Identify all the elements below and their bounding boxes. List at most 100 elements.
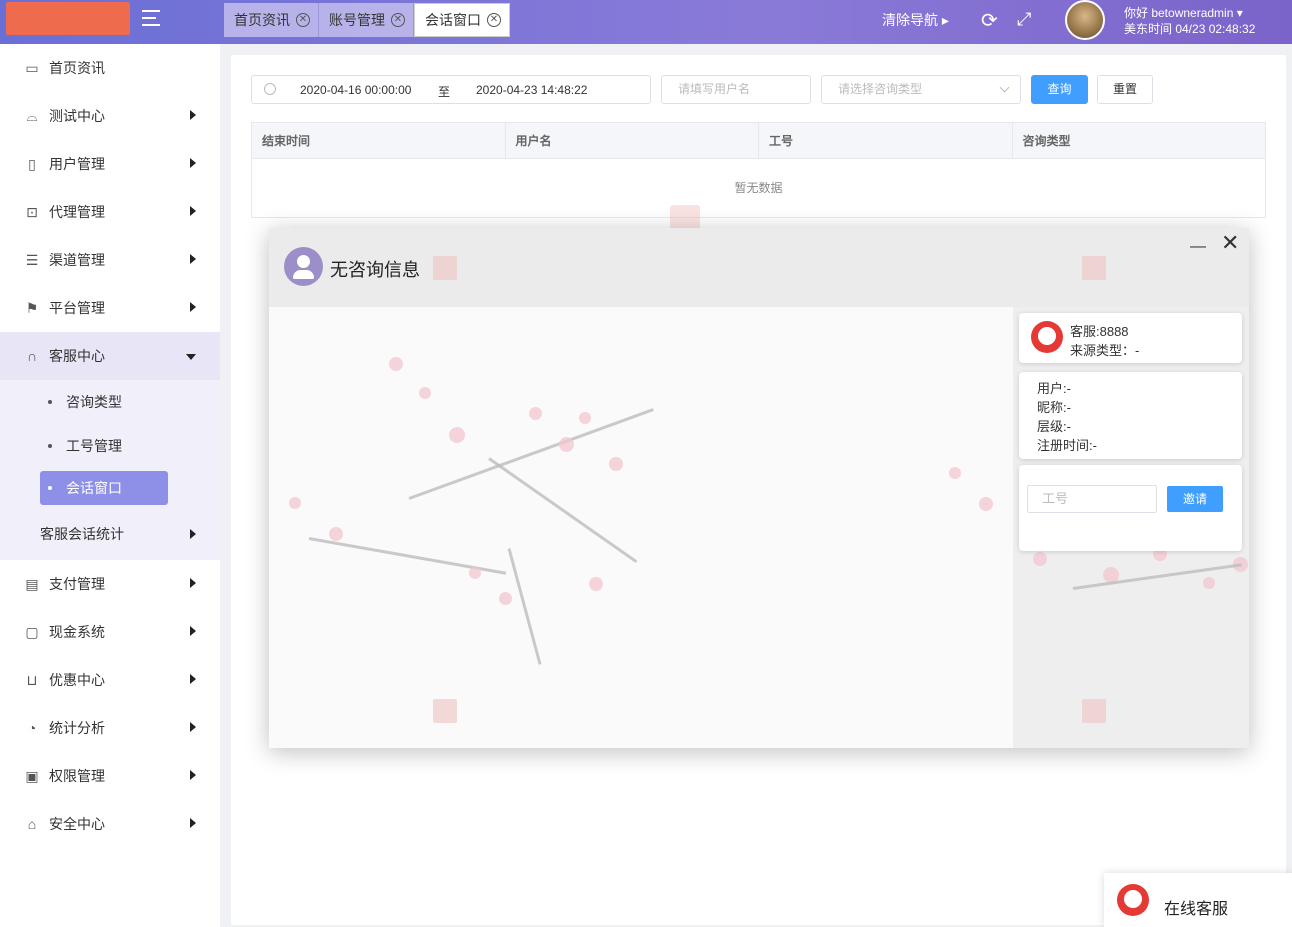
online-service-widget[interactable]: 在线客服 [1104, 873, 1292, 927]
sidebar-item-platform-management[interactable]: ⚑ 平台管理 [0, 284, 220, 332]
worknum-input[interactable]: 工号 [1027, 485, 1157, 513]
customer-service-icon [1031, 321, 1063, 353]
seal-stamp-icon [1082, 699, 1106, 723]
pie-icon: ◔ [27, 720, 37, 736]
close-tab-icon[interactable]: ✕ [391, 13, 405, 27]
blossom [609, 457, 623, 471]
tab-account-management[interactable]: 账号管理 ✕ [319, 3, 414, 37]
online-service-label: 在线客服 [1164, 901, 1229, 918]
sidebar-subitem-worknum-management[interactable]: 工号管理 [0, 424, 220, 468]
invite-button[interactable]: 邀请 [1167, 486, 1223, 512]
blossom [529, 407, 542, 420]
sidebar-item-user-management[interactable]: ▯ 用户管理 [0, 140, 220, 188]
chevron-right-icon [190, 626, 196, 636]
date-range-picker[interactable]: 2020-04-16 00:00:00 至 2020-04-23 14:48:2… [251, 75, 651, 104]
search-button[interactable]: 查询 [1031, 75, 1088, 104]
logo[interactable] [6, 2, 130, 35]
column-header[interactable]: 咨询类型 [1013, 123, 1266, 158]
reset-button[interactable]: 重置 [1097, 75, 1153, 104]
chevron-right-icon [190, 722, 196, 732]
greeting[interactable]: 你好 betowneradmin ▾ [1124, 5, 1255, 21]
user-info[interactable]: 你好 betowneradmin ▾ 美东时间 04/23 02:48:32 [1124, 5, 1255, 37]
menu-toggle-icon[interactable] [142, 10, 162, 28]
fullscreen-icon[interactable]: ⤢ [1017, 9, 1031, 30]
blossom [559, 437, 574, 452]
sidebar-item-cash-system[interactable]: ▢ 现金系统 [0, 608, 220, 656]
register-time-field: 注册时间:- [1037, 438, 1097, 453]
chevron-right-icon [190, 254, 196, 264]
bullet-icon [48, 400, 52, 404]
seal-stamp-icon [433, 256, 457, 280]
user-avatar-icon [284, 247, 323, 286]
dialog-title: 无咨询信息 [330, 260, 420, 280]
sidebar-item-payment-management[interactable]: ▤ 支付管理 [0, 560, 220, 608]
card-icon: ▤ [25, 576, 39, 592]
blossom [329, 527, 343, 541]
sidebar-item-home-news[interactable]: ▭ 首页资讯 [0, 44, 220, 92]
column-header[interactable]: 结束时间 [252, 123, 506, 158]
blossom [949, 467, 961, 479]
sidebar-item-promo-center[interactable]: ⊔ 优惠中心 [0, 656, 220, 704]
sidebar-item-agent-management[interactable]: ⊡ 代理管理 [0, 188, 220, 236]
blossom-branch [1072, 563, 1242, 590]
sidebar-item-stat-analysis[interactable]: ◔ 统计分析 [0, 704, 220, 752]
blossom-branch [488, 457, 638, 563]
empty-state: 暂无数据 [734, 181, 783, 195]
chevron-down-icon [186, 354, 196, 360]
sidebar-subitem-consult-type[interactable]: 咨询类型 [0, 380, 220, 424]
minimize-icon[interactable]: — [1190, 238, 1206, 256]
blossom [579, 412, 591, 424]
chevron-right-icon [190, 818, 196, 828]
sidebar-item-security-center[interactable]: ⌂ 安全中心 [0, 800, 220, 848]
tab-bar: 首页资讯 ✕ 账号管理 ✕ 会话窗口 ✕ [224, 3, 510, 37]
user-info-panel: 客服:8888 来源类型：- 用户:- 昵称:- 层级:- 注册时间:- 工号 … [1013, 307, 1249, 748]
blossom-branch [507, 548, 542, 665]
invite-card: 工号 邀请 [1019, 465, 1242, 551]
blossom [449, 427, 465, 443]
chat-dialog: 无咨询信息 — ✕ 客服:8888 来源类型：- 用户:- 昵称:- 层级:- … [269, 228, 1249, 748]
lock-icon: ⌂ [27, 816, 37, 832]
bullet-icon [48, 444, 52, 448]
close-tab-icon[interactable]: ✕ [487, 13, 501, 27]
start-date[interactable]: 2020-04-16 00:00:00 [300, 83, 411, 97]
chevron-right-icon [190, 206, 196, 216]
chevron-right-icon [190, 770, 196, 780]
source-type: 来源类型：- [1070, 343, 1140, 358]
sidebar-subitem-session-stats[interactable]: 客服会话统计 [0, 508, 220, 560]
sidebar: ▭ 首页资讯 ⌓ 测试中心 ▯ 用户管理 ⊡ 代理管理 ☰ 渠道管理 ⚑ 平台管… [0, 44, 220, 927]
blossom [589, 577, 603, 591]
agent-card: 客服:8888 来源类型：- [1019, 313, 1242, 363]
sidebar-item-permission-management[interactable]: ▣ 权限管理 [0, 752, 220, 800]
column-header[interactable]: 用户名 [506, 123, 759, 158]
column-header[interactable]: 工号 [759, 123, 1013, 158]
level-field: 层级:- [1037, 419, 1071, 434]
refresh-icon[interactable]: ⟳ [981, 8, 998, 33]
chevron-right-icon [190, 529, 196, 539]
headset-icon: ∩ [26, 348, 38, 364]
end-date[interactable]: 2020-04-23 14:48:22 [476, 83, 587, 97]
user-detail-card: 用户:- 昵称:- 层级:- 注册时间:- [1019, 372, 1242, 459]
bullet-icon [48, 486, 52, 490]
customer-service-icon [1117, 884, 1149, 916]
close-icon[interactable]: ✕ [1221, 230, 1239, 256]
blossom [389, 357, 403, 371]
username-input[interactable]: 请填写用户名 [661, 75, 811, 104]
folder-icon: ▢ [25, 624, 39, 640]
tab-home-news[interactable]: 首页资讯 ✕ [224, 3, 319, 37]
sidebar-item-test-center[interactable]: ⌓ 测试中心 [0, 92, 220, 140]
blossom [419, 387, 431, 399]
user-icon: ▯ [28, 156, 36, 172]
dialog-header: 无咨询信息 — ✕ [269, 228, 1249, 307]
sidebar-item-customer-service[interactable]: ∩ 客服中心 [0, 332, 220, 380]
chevron-right-icon [190, 578, 196, 588]
briefcase-icon: ⊡ [26, 204, 38, 220]
sidebar-item-channel-management[interactable]: ☰ 渠道管理 [0, 236, 220, 284]
close-tab-icon[interactable]: ✕ [296, 13, 310, 27]
table-header: 结束时间 用户名 工号 咨询类型 [252, 123, 1265, 159]
consult-type-select[interactable]: 请选择咨询类型 [821, 75, 1021, 104]
user-avatar[interactable] [1065, 0, 1105, 40]
agent-id: 客服:8888 [1070, 324, 1129, 339]
clear-navigation-button[interactable]: 清除导航 ▸ [882, 10, 949, 30]
sidebar-subitem-chat-window[interactable]: 会话窗口 [40, 471, 168, 505]
tab-chat-window[interactable]: 会话窗口 ✕ [414, 3, 510, 37]
